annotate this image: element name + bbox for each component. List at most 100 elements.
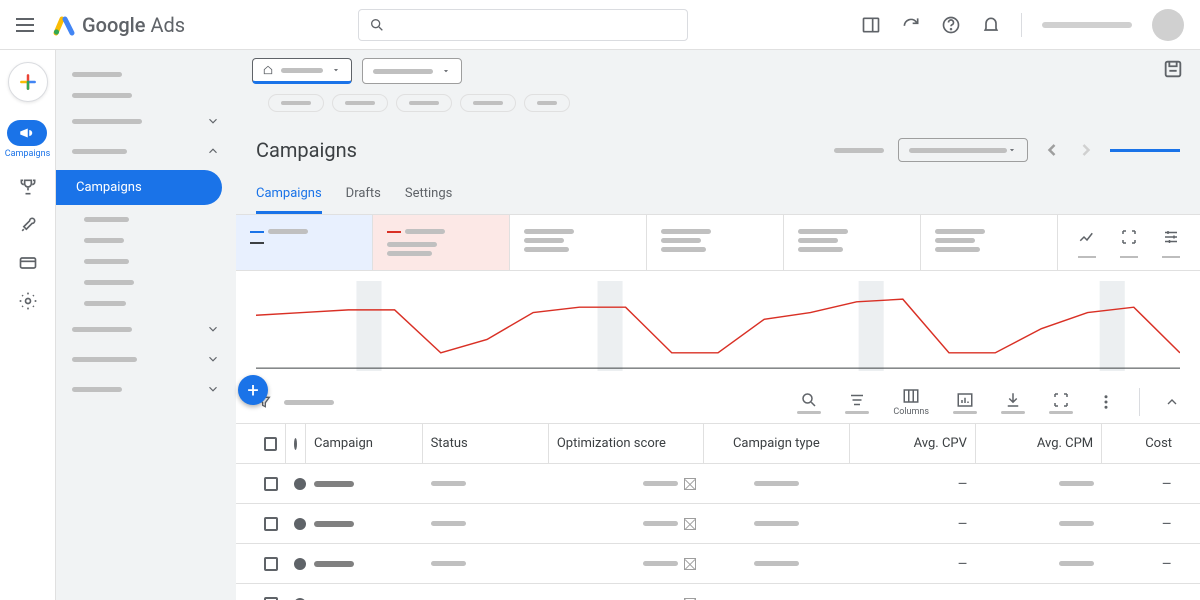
select-all-checkbox[interactable] — [264, 437, 277, 451]
status-dot[interactable] — [294, 478, 306, 490]
cpv-value: – — [850, 594, 976, 600]
expand-icon[interactable] — [1120, 228, 1138, 246]
avatar[interactable] — [1152, 9, 1184, 41]
sidebar-item-campaigns[interactable]: Campaigns — [56, 170, 222, 205]
megaphone-icon — [18, 124, 36, 142]
cost-value: – — [1102, 594, 1180, 600]
th-campaign[interactable]: Campaign — [306, 424, 423, 463]
status-dot-header — [294, 438, 297, 450]
add-campaign-button[interactable]: + — [238, 375, 268, 405]
table-row[interactable]: – – — [236, 464, 1200, 504]
opt-value — [643, 521, 678, 526]
status-dot[interactable] — [294, 558, 306, 570]
metric-card[interactable] — [510, 215, 647, 270]
table-expand[interactable] — [1049, 391, 1073, 414]
product-logo[interactable]: Google Ads — [52, 13, 185, 37]
row-checkbox[interactable] — [264, 517, 278, 531]
scope-dropdown[interactable] — [362, 58, 462, 84]
table-download[interactable] — [1001, 391, 1025, 414]
tab-drafts[interactable]: Drafts — [346, 176, 381, 214]
cost-value: – — [1102, 514, 1180, 533]
status-dot[interactable] — [294, 518, 306, 530]
product-name: Google Ads — [82, 13, 185, 37]
th-cost[interactable]: Cost — [1102, 424, 1180, 463]
sidebar-item[interactable] — [56, 230, 236, 251]
metric-card[interactable] — [373, 215, 510, 270]
table-columns[interactable]: Columns — [893, 387, 929, 417]
expand-icon — [1052, 391, 1070, 409]
scope-toolbar — [236, 50, 1200, 124]
th-type[interactable]: Campaign type — [704, 424, 850, 463]
campaign-name[interactable] — [314, 481, 354, 487]
table-reports[interactable] — [953, 391, 977, 414]
create-button[interactable] — [8, 62, 48, 102]
th-status[interactable]: Status — [423, 424, 549, 463]
sidebar-item[interactable] — [56, 374, 236, 404]
metric-card[interactable] — [236, 215, 373, 270]
campaign-name[interactable] — [314, 521, 354, 527]
tab-settings[interactable]: Settings — [405, 176, 452, 214]
sidebar-item[interactable] — [56, 344, 236, 374]
tools-icon[interactable] — [18, 215, 38, 235]
sidebar-item[interactable] — [56, 64, 236, 85]
type-value — [754, 521, 799, 526]
rail-campaigns[interactable]: Campaigns — [5, 120, 50, 159]
sidebar-item[interactable] — [56, 136, 236, 166]
ads-logo-icon — [52, 13, 76, 37]
th-cpm[interactable]: Avg. CPM — [976, 424, 1102, 463]
chevron-up-icon — [206, 144, 220, 158]
table-toolbar: Columns — [236, 381, 1200, 424]
help-icon[interactable] — [941, 15, 961, 35]
left-rail: Campaigns — [0, 50, 56, 600]
th-optimization[interactable]: Optimization score — [549, 424, 704, 463]
chevron-left-icon[interactable] — [1042, 140, 1062, 160]
search-input[interactable] — [358, 9, 688, 41]
sidebar-item[interactable] — [56, 251, 236, 272]
sidebar-item[interactable] — [56, 314, 236, 344]
row-checkbox[interactable] — [264, 597, 278, 600]
admin-icon[interactable] — [18, 291, 38, 311]
metric-card[interactable] — [921, 215, 1058, 270]
line-chart-icon[interactable] — [1078, 228, 1096, 246]
table-segment[interactable] — [845, 391, 869, 414]
campaign-name[interactable] — [314, 561, 354, 567]
table-row[interactable]: – – — [236, 544, 1200, 584]
tab-campaigns[interactable]: Campaigns — [256, 176, 322, 214]
indicator — [1110, 149, 1180, 152]
notifications-icon[interactable] — [981, 15, 1001, 35]
th-cpv[interactable]: Avg. CPV — [850, 424, 976, 463]
menu-icon[interactable] — [16, 13, 40, 37]
table-row[interactable]: – – — [236, 584, 1200, 600]
chip[interactable] — [268, 94, 324, 112]
metric-card[interactable] — [784, 215, 921, 270]
row-checkbox[interactable] — [264, 557, 278, 571]
chip[interactable] — [460, 94, 516, 112]
account-dropdown[interactable] — [252, 58, 352, 84]
panel-icon[interactable] — [861, 15, 881, 35]
chip[interactable] — [524, 94, 570, 112]
sidebar-item[interactable] — [56, 85, 236, 106]
chip[interactable] — [396, 94, 452, 112]
refresh-icon[interactable] — [901, 15, 921, 35]
sliders-icon[interactable] — [1162, 228, 1180, 246]
filter-chips — [252, 90, 586, 116]
tabs: Campaigns Drafts Settings — [236, 176, 1200, 215]
more-icon[interactable] — [1097, 393, 1115, 411]
sidebar-item[interactable] — [56, 106, 236, 136]
sidebar-item[interactable] — [56, 293, 236, 314]
metric-card[interactable] — [647, 215, 784, 270]
chip[interactable] — [332, 94, 388, 112]
save-icon[interactable] — [1162, 58, 1184, 80]
sidebar-item[interactable] — [56, 209, 236, 230]
billing-icon[interactable] — [18, 253, 38, 273]
table-row[interactable]: – – — [236, 504, 1200, 544]
date-range-dropdown[interactable] — [898, 138, 1028, 162]
trophy-icon[interactable] — [18, 177, 38, 197]
row-checkbox[interactable] — [264, 477, 278, 491]
chevron-up-icon[interactable] — [1164, 394, 1180, 410]
chevron-right-icon[interactable] — [1076, 140, 1096, 160]
sidebar-item[interactable] — [56, 272, 236, 293]
table-search[interactable] — [797, 391, 821, 414]
account-placeholder — [1042, 22, 1132, 28]
caret-down-icon — [1007, 145, 1017, 155]
